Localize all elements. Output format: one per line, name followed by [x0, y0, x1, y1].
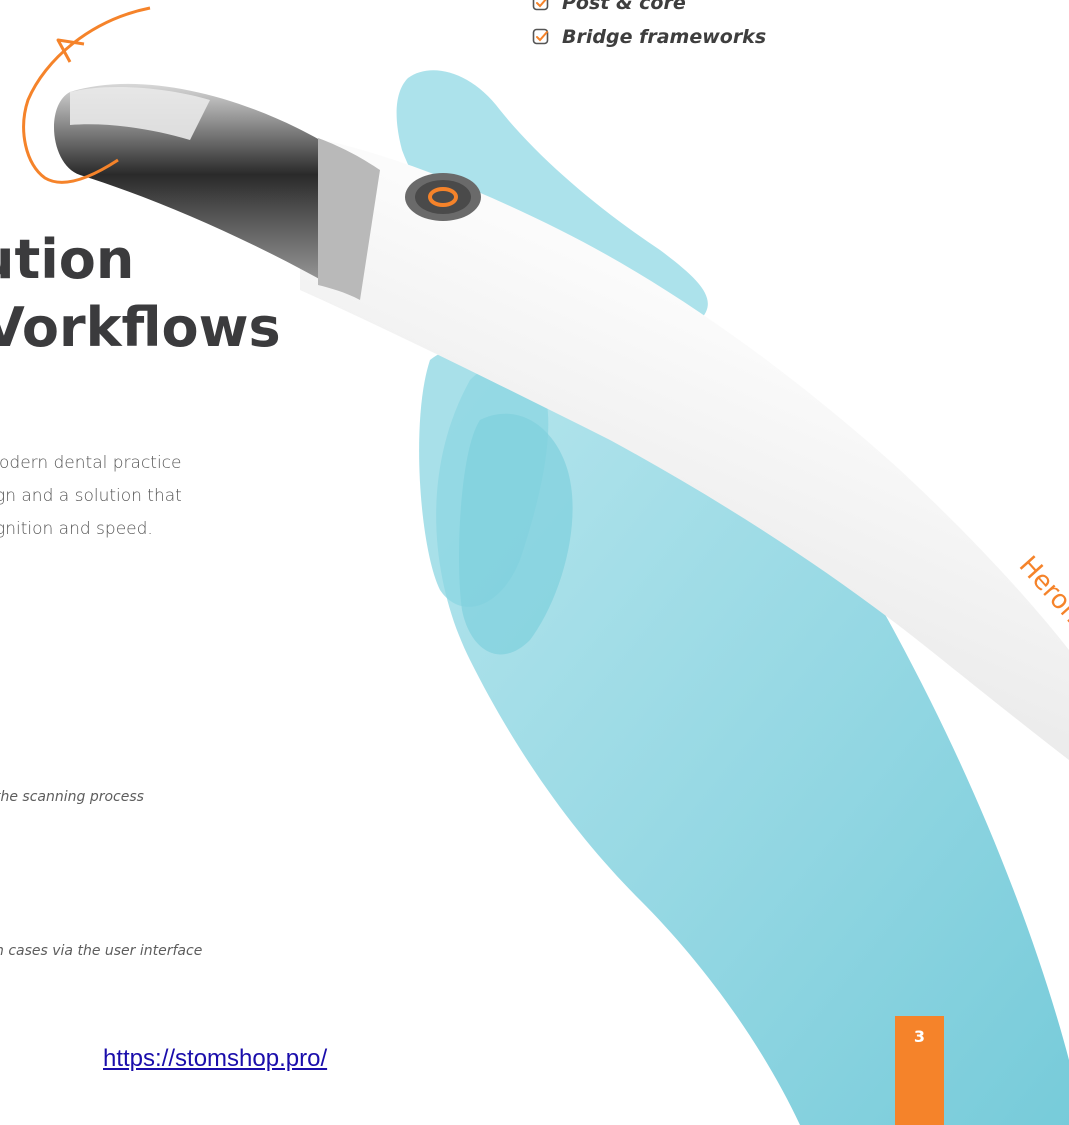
intro-line: gn and a solution that [0, 486, 182, 506]
intro-paragraph: odern dental practice gn and a solution … [0, 447, 360, 546]
feature-item: Post & core [532, 0, 766, 20]
feature-item: Bridge frameworks [532, 20, 766, 54]
feature-label: Post & core [562, 0, 686, 14]
feature-note: n cases via the user interface [0, 943, 203, 959]
intro-line: gnition and speed. [0, 519, 153, 539]
feature-checklist: Post & core Bridge frameworks [532, 0, 766, 54]
heading-line-1: ution [0, 228, 135, 291]
checkbox-checked-icon [532, 28, 549, 45]
feature-label: Bridge frameworks [562, 26, 767, 48]
page-number: 3 [913, 1027, 926, 1046]
website-link[interactable]: https://stomshop.pro/ [103, 1045, 327, 1073]
page-heading: ution Vorkflows [0, 226, 281, 362]
heading-line-2: Vorkflows [0, 296, 281, 359]
intro-line: odern dental practice [0, 453, 182, 473]
scanner-button-icon [405, 173, 481, 221]
brochure-page: Heron Post & core Bridge frameworks utio… [0, 0, 1069, 1125]
checkbox-checked-icon [532, 0, 549, 11]
page-number-tab: 3 [895, 1016, 944, 1125]
feature-note: the scanning process [0, 789, 144, 805]
